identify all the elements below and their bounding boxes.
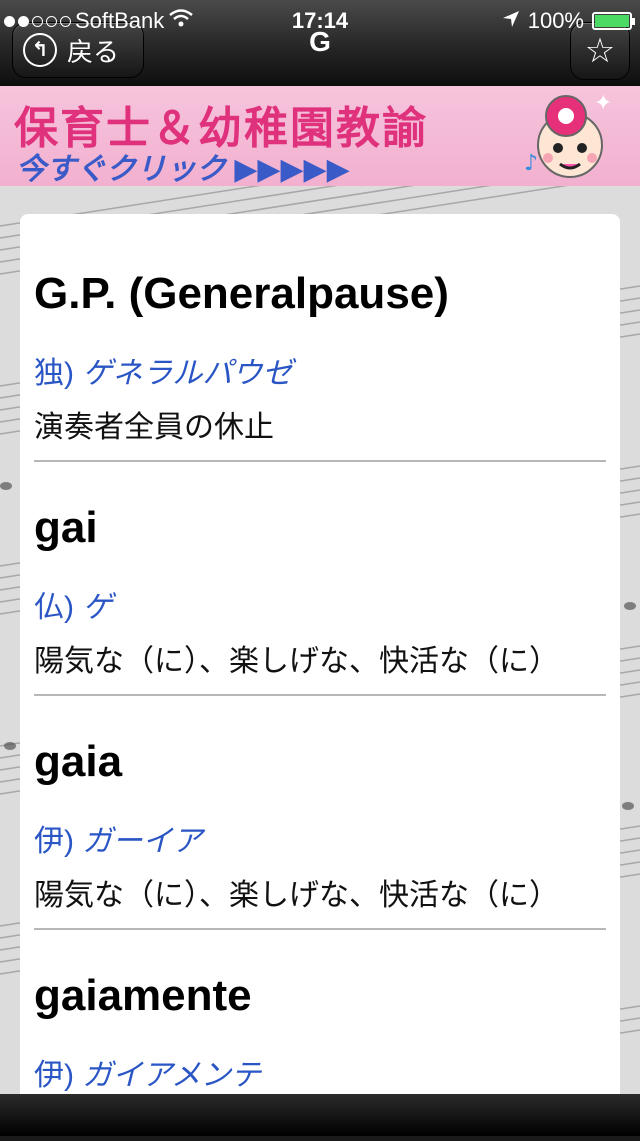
entry-reading-kana: ゲネラルパウゼ: [82, 357, 293, 390]
entry-reading-kana: ゲ: [82, 591, 113, 624]
dictionary-list: G.P. (Generalpause) 独) ゲネラルパウゼ演奏者全員の休止 gai…: [20, 214, 620, 1136]
svg-text:♪: ♪: [524, 151, 538, 176]
svg-text:✦: ✦: [594, 91, 612, 116]
location-arrow-icon: [502, 8, 520, 34]
dictionary-entry[interactable]: gaia 伊) ガーイア陽気な（に）、楽しげな、快活な（に）: [20, 730, 620, 964]
entry-reading-kana: ガーイア: [82, 825, 203, 858]
battery-percentage: 100%: [527, 8, 584, 33]
dictionary-entry[interactable]: G.P. (Generalpause) 独) ゲネラルパウゼ演奏者全員の休止: [20, 262, 620, 496]
entry-reading: 独) ゲネラルパウゼ: [34, 348, 606, 392]
ad-call-to-action: 今すぐクリック ▶▶▶▶▶: [16, 153, 350, 186]
entry-term: gai: [34, 503, 98, 552]
entry-term: gaia: [34, 737, 123, 786]
entry-meaning: 陽気な（に）、楽しげな、快活な（に）: [34, 879, 559, 912]
entry-reading: 仏) ゲ: [34, 582, 606, 626]
entry-language: 伊): [34, 825, 74, 858]
ad-mascot-image: ✦ ♪: [524, 91, 612, 178]
ad-banner[interactable]: 保育士＆幼稚園教諭 今すぐクリック ▶▶▶▶▶ ✦ ♪: [0, 86, 640, 186]
entry-meaning: 陽気な（に）、楽しげな、快活な（に）: [34, 645, 559, 678]
entry-language: 仏): [34, 591, 74, 624]
status-bar: SoftBank 17:14 100%: [0, 0, 640, 40]
entry-reading: 伊) ガーイア: [34, 816, 606, 860]
entry-reading: 伊) ガイアメンテ: [34, 1050, 606, 1094]
entry-reading-kana: ガイアメンテ: [82, 1059, 261, 1092]
dictionary-entry[interactable]: gai 仏) ゲ陽気な（に）、楽しげな、快活な（に）: [20, 496, 620, 730]
entry-language: 伊): [34, 1059, 74, 1092]
entry-term: gaiamente: [34, 971, 252, 1020]
dictionary-entry[interactable]: gaiamente 伊) ガイアメンテ: [20, 964, 620, 1094]
entry-meaning: 演奏者全員の休止: [34, 411, 274, 444]
bottom-toolbar: [0, 1094, 640, 1136]
entry-language: 独): [34, 357, 74, 390]
battery-icon: [592, 12, 635, 30]
entry-term: G.P. (Generalpause): [34, 269, 449, 318]
